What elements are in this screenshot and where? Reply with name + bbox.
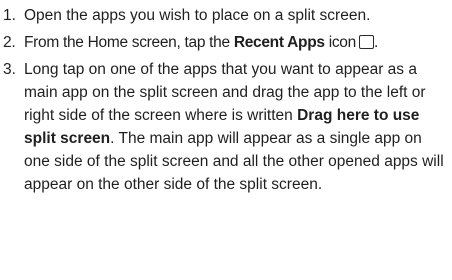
step-number: 1.	[3, 7, 16, 24]
step-text: Open the apps you wish to place on a spl…	[24, 7, 371, 24]
step-text-end: .	[373, 34, 378, 51]
step-3: 3. Long tap on one of the apps that you …	[0, 58, 452, 196]
step-text: From the Home screen, tap the	[24, 34, 234, 51]
step-number: 3.	[3, 61, 16, 78]
recent-apps-label: Recent Apps	[233, 34, 325, 51]
step-1: 1. Open the apps you wish to place on a …	[0, 4, 452, 27]
step-2: 2. From the Home screen, tap the Recent …	[0, 31, 452, 54]
instructions-document: 1. Open the apps you wish to place on a …	[0, 0, 452, 280]
step-number: 2.	[3, 34, 16, 51]
recent-apps-icon	[358, 35, 374, 49]
steps-list: 1. Open the apps you wish to place on a …	[0, 4, 452, 196]
step-text: icon	[324, 34, 357, 51]
